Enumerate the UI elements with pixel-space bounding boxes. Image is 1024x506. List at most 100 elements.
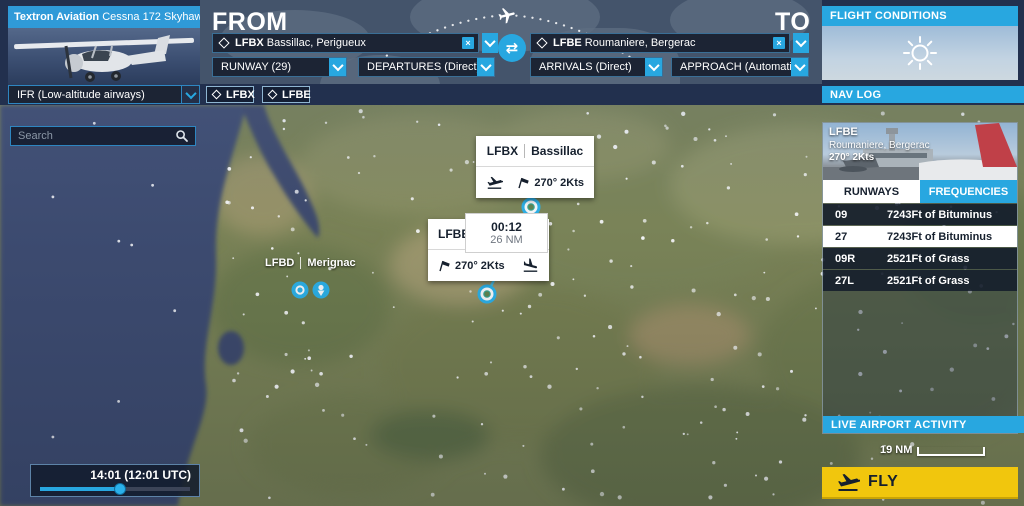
live-airport-activity-button[interactable]: LIVE AIRPORT ACTIVITY [823, 416, 1024, 433]
landing-plane-icon [523, 258, 538, 272]
goto-lfbx-label: LFBX [226, 88, 255, 101]
from-airport-name: Bassillac, Perigueux [266, 37, 366, 49]
swap-from-to-button[interactable]: ⇄ [498, 34, 526, 62]
lfbd-name: Merignac [307, 257, 356, 269]
eta-distance: 26 NM [490, 234, 523, 246]
airport-diamond-icon [536, 37, 548, 49]
runway-row-09r[interactable]: 09R 2521Ft of Grass [823, 248, 1017, 269]
runway-surface: 2521Ft of Grass [887, 252, 970, 265]
runway-id: 27L [835, 274, 854, 287]
goto-lfbe-label: LFBE [282, 88, 311, 101]
route-type-value: IFR (Low-altitude airways) [17, 88, 145, 101]
panel-airport-wind: 270° 2Kts [829, 152, 875, 164]
tab-runways[interactable]: RUNWAYS [823, 180, 920, 203]
airport-photo: LFBE Roumaniere, Bergerac 270° 2Kts [823, 123, 1017, 180]
airport-info-panel: LFBE Roumaniere, Bergerac 270° 2Kts RUNW… [822, 122, 1024, 434]
from-airport-input[interactable]: LFBX Bassillac, Perigueux × [212, 33, 479, 53]
time-slider-track[interactable] [40, 483, 190, 495]
search-input[interactable] [11, 129, 175, 143]
runway-row-09[interactable]: 09 7243Ft of Bituminus [823, 204, 1017, 225]
fly-label: FLY [868, 473, 899, 490]
chevron-down-icon [645, 58, 662, 76]
from-airport-dropdown-button[interactable] [482, 33, 498, 53]
airport-marker-lfbd[interactable] [291, 281, 309, 299]
to-airport-name: Roumaniere, Bergerac [584, 37, 696, 49]
to-airport-code: LFBE [553, 37, 582, 49]
chevron-down-icon [791, 58, 808, 76]
runway-value: RUNWAY (29) [221, 61, 292, 73]
scale-bracket [917, 447, 986, 456]
panel-airport-name: Roumaniere, Bergerac [829, 139, 930, 151]
card-airport-code: LFBX [486, 144, 519, 158]
from-airport-value: LFBX Bassillac, Perigueux [235, 37, 462, 49]
runway-list: 09 7243Ft of Bituminus 27 7243Ft of Bitu… [823, 204, 1017, 291]
goto-lfbe-button[interactable]: LFBE [262, 86, 311, 103]
lfbd-airport-label[interactable]: LFBD Merignac [265, 257, 356, 269]
card-wind-value: 270° 2Kts [534, 176, 584, 189]
fly-button[interactable]: FLY [822, 467, 1018, 499]
card-airport-name: Bassillac [531, 144, 584, 158]
airport-diamond-icon [218, 37, 230, 49]
to-airport-value: LFBE Roumaniere, Bergerac [553, 37, 773, 49]
top-bar: Textron Aviation Cessna 172 Skyhawk (… F… [0, 0, 1024, 105]
from-airport-card: LFBX Bassillac 270° 2Kts [476, 136, 594, 198]
eta-time: 00:12 [491, 220, 522, 234]
airport-diamond-icon [211, 89, 222, 100]
aircraft-selector[interactable]: Textron Aviation Cessna 172 Skyhawk (… [8, 6, 200, 85]
windsock-icon [518, 177, 530, 189]
sun-icon [903, 36, 937, 70]
to-airport-input[interactable]: LFBE Roumaniere, Bergerac × [530, 33, 790, 53]
card-wind-value: 270° 2Kts [455, 259, 505, 272]
flight-conditions-panel[interactable]: FLIGHT CONDITIONS [822, 6, 1018, 80]
chevron-down-icon [181, 86, 199, 103]
time-label: 14:01 (12:01 UTC) [90, 468, 191, 482]
to-airport-dropdown-button[interactable] [793, 33, 809, 53]
airport-panel-tabs: RUNWAYS FREQUENCIES [823, 180, 1017, 203]
aircraft-brand: Textron Aviation [14, 11, 100, 23]
tab-frequencies[interactable]: FREQUENCIES [920, 180, 1017, 203]
poi-pin-marker[interactable] [312, 281, 330, 299]
arrivals-value: ARRIVALS (Direct) [539, 61, 632, 73]
approach-dropdown[interactable]: APPROACH (Automatic) [671, 57, 809, 77]
runway-row-27[interactable]: 27 7243Ft of Bituminus [823, 226, 1017, 247]
airport-marker-lfbe[interactable] [477, 284, 497, 304]
fly-plane-icon [838, 473, 860, 491]
aircraft-thumbnail [8, 28, 200, 85]
chevron-down-icon [795, 35, 807, 48]
departure-plane-icon [487, 176, 503, 189]
eta-box: 00:12 26 NM [465, 213, 548, 253]
chevron-down-icon [329, 58, 346, 76]
runway-surface: 7243Ft of Bituminus [887, 230, 993, 243]
flight-conditions-title: FLIGHT CONDITIONS [822, 6, 1018, 26]
search-box [10, 126, 196, 146]
map-lagoon [218, 331, 244, 365]
runway-id: 09R [835, 252, 856, 265]
runway-row-27l[interactable]: 27L 2521Ft of Grass [823, 270, 1017, 291]
departures-dropdown[interactable]: DEPARTURES (Direct) [358, 57, 495, 77]
arrivals-dropdown[interactable]: ARRIVALS (Direct) [530, 57, 663, 77]
to-clear-button[interactable]: × [773, 37, 785, 49]
airport-diamond-icon [267, 89, 278, 100]
map-scale: 19 NM [880, 444, 986, 456]
lfbd-code: LFBD [265, 257, 295, 269]
runway-surface: 7243Ft of Bituminus [887, 208, 993, 221]
from-airport-code: LFBX [235, 37, 264, 49]
route-type-dropdown[interactable]: IFR (Low-altitude airways) [8, 85, 200, 104]
nav-log-button[interactable]: NAV LOG [822, 86, 1024, 103]
scale-value: 19 NM [880, 444, 913, 456]
time-slider-fill [40, 487, 120, 491]
windsock-icon [439, 260, 450, 272]
chevron-down-icon [484, 35, 496, 48]
to-airport-card: LFBE 00:12 26 NM 270° 2Kts [428, 213, 549, 281]
goto-lfbx-button[interactable]: LFBX [206, 86, 255, 103]
from-clear-button[interactable]: × [462, 37, 474, 49]
divider [300, 257, 302, 269]
runway-id: 27 [835, 230, 848, 243]
runway-surface: 2521Ft of Grass [887, 274, 970, 287]
runway-dropdown[interactable]: RUNWAY (29) [212, 57, 347, 77]
chevron-down-icon [477, 58, 494, 76]
divider [524, 144, 526, 158]
departures-value: DEPARTURES (Direct) [367, 61, 477, 73]
time-slider-handle[interactable] [113, 483, 126, 495]
search-icon [176, 130, 188, 142]
